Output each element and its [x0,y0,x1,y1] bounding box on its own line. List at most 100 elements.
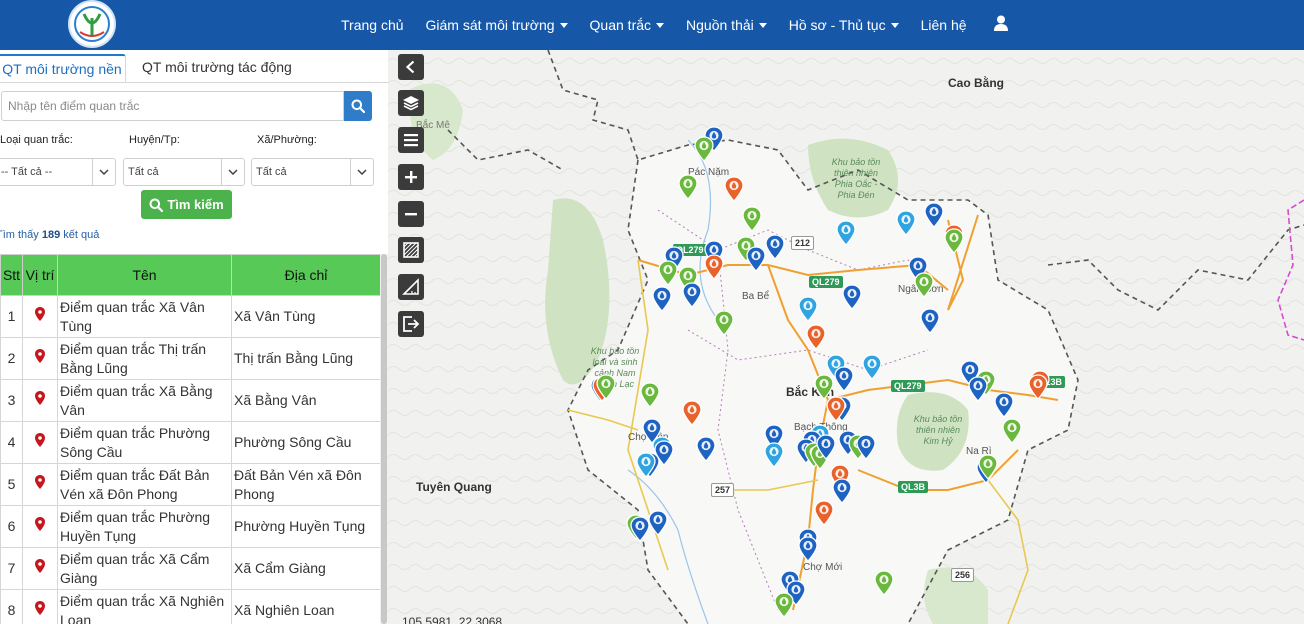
row-name: Điểm quan trắc Thị trấn Bằng Lũng [57,337,232,380]
map-pin-icon[interactable] [35,517,45,531]
monitoring-marker[interactable] [832,478,852,504]
table-row[interactable]: 5 Điểm quan trắc Đất Bản Vén xã Đôn Phong… [0,463,380,506]
monitoring-marker[interactable] [842,284,862,310]
row-locate-cell[interactable] [22,379,58,422]
monitoring-marker[interactable] [694,136,714,162]
table-row[interactable]: 3 Điểm quan trắc Xã Bằng Vân Xã Bằng Vân [0,379,380,422]
type-select[interactable]: -- Tất cả -- [0,158,116,186]
map-pin-icon[interactable] [35,349,45,363]
nav-observation[interactable]: Quan trắc [590,17,665,33]
monitoring-marker[interactable] [856,434,876,460]
monitoring-marker[interactable] [682,282,702,308]
monitoring-marker[interactable] [874,570,894,596]
measure-button[interactable] [398,274,424,300]
row-locate-cell[interactable] [22,505,58,548]
monitoring-marker[interactable] [724,176,744,202]
search-button[interactable] [344,91,372,121]
monitoring-marker[interactable] [774,592,794,618]
map-pin-icon[interactable] [35,559,45,573]
monitoring-marker[interactable] [836,220,856,246]
commune-select[interactable]: Tất cả [251,158,374,186]
scrollbar-thumb[interactable] [381,254,387,624]
collapse-panel-button[interactable] [398,54,424,80]
zoom-in-button[interactable] [398,164,424,190]
monitoring-marker[interactable] [640,382,660,408]
monitoring-marker[interactable] [1028,374,1048,400]
export-button[interactable] [398,311,424,337]
monitoring-marker[interactable] [798,536,818,562]
monitoring-marker[interactable] [648,510,668,536]
district-select[interactable]: Tất cả [123,158,245,186]
monitoring-marker[interactable] [924,202,944,228]
monitoring-marker[interactable] [636,452,656,478]
map-view[interactable]: Cao Bằng Tuyên Quang Bắc Kạn Ba Bể Ngân … [388,50,1304,624]
map-pin-icon[interactable] [35,601,45,615]
monitoring-marker[interactable] [834,366,854,392]
monitoring-marker[interactable] [696,436,716,462]
row-locate-cell[interactable] [22,337,58,380]
nav-procedures[interactable]: Hồ sơ - Thủ tục [789,17,899,33]
monitoring-marker[interactable] [714,310,734,336]
search-input[interactable] [1,91,344,121]
monitoring-marker[interactable] [994,392,1014,418]
monitoring-marker[interactable] [704,254,724,280]
monitoring-marker[interactable] [826,396,846,422]
table-row[interactable]: 6 Điểm quan trắc Phường Huyền Tụng Phường … [0,505,380,548]
map-pin-icon[interactable] [35,475,45,489]
find-button[interactable]: Tìm kiếm [141,190,232,219]
table-row[interactable]: 8 Điểm quan trắc Xã Nghiên Loan Xã Nghiên … [0,589,380,624]
monitoring-marker[interactable] [678,174,698,200]
row-locate-cell[interactable] [22,589,58,624]
monitoring-marker[interactable] [1002,418,1022,444]
row-stt: 2 [0,337,23,380]
monitoring-marker[interactable] [658,260,678,286]
table-row[interactable]: 7 Điểm quan trắc Xã Cẩm Giàng Xã Cẩm Giàng [0,547,380,590]
monitoring-marker[interactable] [920,308,940,334]
monitoring-marker[interactable] [652,286,672,312]
zoom-out-button[interactable] [398,201,424,227]
monitoring-marker[interactable] [944,228,964,254]
monitoring-marker[interactable] [978,454,998,480]
table-row[interactable]: 2 Điểm quan trắc Thị trấn Bằng Lũng Thị tr… [0,337,380,380]
monitoring-marker[interactable] [682,400,702,426]
tab-impact-monitoring[interactable]: QT môi trường tác động [142,54,292,82]
map-marker-icon [856,434,876,460]
row-locate-cell[interactable] [22,547,58,590]
monitoring-marker[interactable] [654,440,674,466]
commune-label: Xã/Phường: [257,134,317,146]
monitoring-marker[interactable] [968,376,988,402]
nav-env-monitoring[interactable]: Giám sát môi trường [426,17,568,33]
map-pin-icon[interactable] [35,391,45,405]
monitoring-marker[interactable] [914,272,934,298]
nav-contact[interactable]: Liên hệ [921,17,967,33]
monitoring-marker[interactable] [896,210,916,236]
monitoring-marker[interactable] [798,296,818,322]
menu-button[interactable] [398,127,424,153]
road-label: QL3B [898,481,929,493]
monitoring-marker[interactable] [742,206,762,232]
monitoring-marker[interactable] [630,516,650,542]
monitoring-marker[interactable] [816,434,836,460]
select-area-button[interactable] [398,237,424,263]
monitoring-marker[interactable] [596,374,616,400]
table-row[interactable]: 4 Điểm quan trắc Phường Sông Cầu Phường Sô… [0,421,380,464]
map-pin-icon[interactable] [35,433,45,447]
nav-emission-sources[interactable]: Nguồn thải [686,17,767,33]
monitoring-marker[interactable] [765,234,785,260]
site-logo[interactable] [68,0,116,48]
tab-background-monitoring[interactable]: QT môi trường nền [0,54,126,82]
monitoring-marker[interactable] [814,500,834,526]
row-locate-cell[interactable] [22,463,58,506]
layers-button[interactable] [398,90,424,116]
nav-home[interactable]: Trang chủ [341,17,404,33]
monitoring-marker[interactable] [764,442,784,468]
monitoring-marker[interactable] [862,354,882,380]
monitoring-marker[interactable] [746,246,766,272]
table-row[interactable]: 1 Điểm quan trắc Xã Vân Tùng Xã Vân Tùng [0,295,380,338]
row-locate-cell[interactable] [22,295,58,338]
table-scrollbar[interactable] [380,254,388,624]
row-locate-cell[interactable] [22,421,58,464]
user-icon[interactable] [993,15,1008,36]
map-pin-icon[interactable] [35,307,45,321]
monitoring-marker[interactable] [806,324,826,350]
